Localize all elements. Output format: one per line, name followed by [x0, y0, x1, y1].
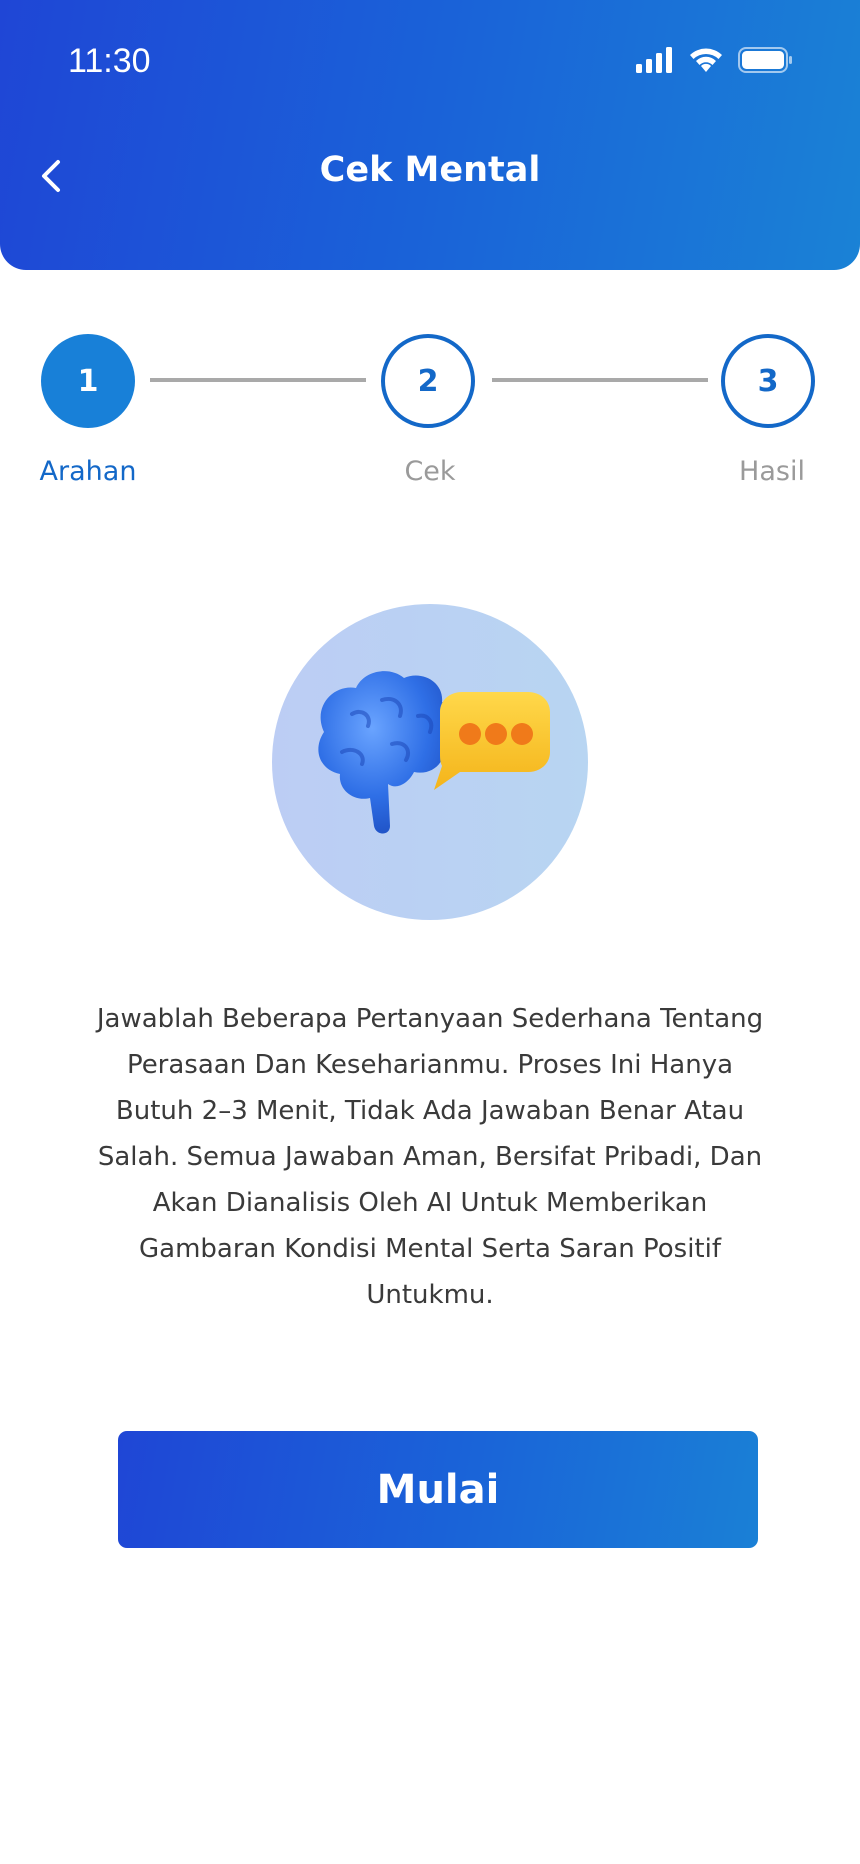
step-1-label: Arahan — [39, 456, 137, 487]
battery-icon — [738, 47, 792, 73]
brain-chat-icon — [318, 671, 550, 834]
step-connector-1 — [150, 378, 366, 382]
step-2-indicator: 2 — [381, 334, 475, 428]
wifi-icon — [690, 48, 722, 72]
instructions-text: Jawablah Beberapa Pertanyaan Sederhana T… — [96, 1004, 764, 1310]
step-2-label: Cek — [404, 456, 456, 487]
step-3-label: Hasil — [739, 456, 805, 487]
page-title: Cek Mental — [319, 150, 541, 190]
app-header: 11:30 Cek Mental — [0, 0, 860, 270]
signal-icon — [636, 47, 672, 73]
start-button[interactable]: Mulai — [118, 1431, 758, 1548]
status-icons — [636, 46, 794, 74]
step-3-indicator: 3 — [721, 334, 815, 428]
step-connector-2 — [492, 378, 708, 382]
brain-chat-illustration — [272, 604, 588, 920]
step-1-indicator: 1 — [41, 334, 135, 428]
status-time: 11:30 — [68, 42, 151, 80]
